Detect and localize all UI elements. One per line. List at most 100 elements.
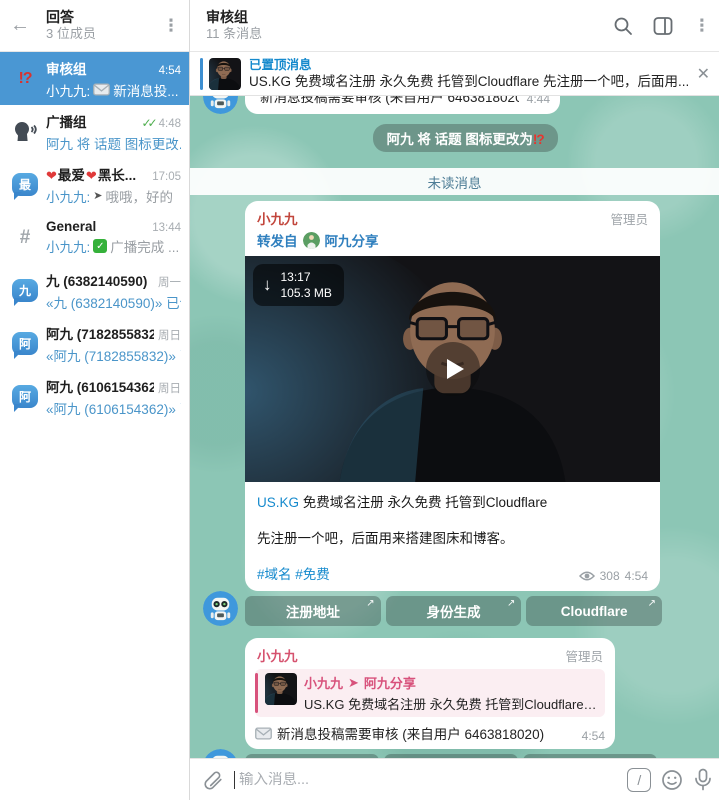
play-icon: [446, 359, 464, 379]
inline-button-cloudflare[interactable]: Cloudflare ↗: [526, 596, 663, 626]
service-message: 阿九 将 话题 图标更改为 !?: [372, 124, 558, 152]
close-icon: ✕: [696, 65, 711, 83]
views-eye-icon: [578, 571, 595, 581]
heart-icon: ❤: [85, 167, 97, 183]
group-title: 回答: [46, 9, 74, 25]
play-button[interactable]: [425, 342, 480, 396]
topic-main: ❤ 最爱 ❤ 黑长... 17:05 小九九: ➤ 哦哦，好的: [42, 164, 181, 206]
pinned-text: US.KG 免费域名注册 永久免费 托管到Cloudflare 先注册一个吧，后…: [249, 74, 690, 89]
topic-preview: 小九九: ✓ 广播完成 ...: [46, 236, 181, 256]
robot-avatar-image: [203, 591, 238, 626]
topic-item-general[interactable]: # General 13:44 小九九: ✓ 广播完成 ...: [0, 211, 189, 264]
avatar[interactable]: [203, 96, 238, 114]
clipped-message-group: 新消息投稿需要审核 (来自用户 6463818020) 4:44: [203, 96, 719, 114]
topic-time: 17:05: [152, 170, 181, 183]
topic-main: 审核组 4:54 小九九: 新消息投...: [42, 58, 181, 100]
topic-item-ajiu-1[interactable]: 阿 阿九 (7182855832) 周日 «阿九 (7182855832)» 已…: [0, 317, 189, 370]
topic-item-jiu[interactable]: 九 九 (6382140590) 周一 «九 (6382140590)» 已创.…: [0, 264, 189, 317]
emoji-button[interactable]: [661, 769, 683, 791]
topic-icon-wrap: !?: [8, 70, 42, 88]
topic-main: 阿九 (6106154362) 周日 «阿九 (6106154362)» 已..…: [42, 376, 181, 418]
inline-button-publish[interactable]: ✓ 直接发布: [245, 754, 379, 758]
inline-keyboard: 注册地址 ↗ 身份生成 ↗ Cloudflare ↗: [245, 596, 663, 626]
bubble-avatar: 阿: [12, 385, 38, 412]
chat-message-count: 11 条消息: [206, 26, 263, 41]
topic-time: 周日: [158, 382, 181, 395]
unread-messages-divider: 未读消息: [190, 168, 719, 195]
message-input[interactable]: [239, 771, 618, 788]
pinned-label: 已置顶消息: [249, 58, 312, 72]
preview-text: «阿九 (7182855832)» 已...: [46, 348, 181, 364]
video-player[interactable]: ↓ 13:17 105.3 MB: [245, 256, 660, 482]
kebab-icon: ⋮: [162, 15, 180, 35]
avatar[interactable]: [203, 591, 238, 626]
topic-preview: 小九九: ➤ 哦哦，好的: [46, 186, 181, 206]
topic-icon-wrap: [8, 120, 42, 143]
telegram-app: ← 回答 3 位成员 ⋮ !? 审核组 4:54 小九九: 新消息投... 广播…: [0, 0, 719, 800]
preview-text: 新消息投...: [113, 83, 179, 99]
message-bubble[interactable]: 小九九 管理员 转发自 阿九分享 ↓ 13:17 105.3 MB US.KG …: [245, 201, 660, 591]
sender-name[interactable]: 小九九: [257, 208, 298, 228]
topic-time: 周一: [158, 276, 181, 289]
sidebar-menu-button[interactable]: ⋮: [159, 16, 183, 36]
kebab-icon: ⋮: [693, 15, 711, 35]
topic-name: 审核组: [46, 61, 87, 77]
topic-preview: 小九九: 新消息投...: [46, 80, 181, 100]
caption-link[interactable]: US.KG: [257, 495, 299, 510]
heart-icon: ❤: [46, 167, 57, 183]
reply-quote[interactable]: 小九九 ➤ 阿九分享 US.KG 免费域名注册 永久免费 托管到Cloudfla…: [255, 669, 605, 717]
topic-list: !? 审核组 4:54 小九九: 新消息投... 广播组 ✓✓ 4:48 阿九 …: [0, 52, 189, 800]
robot-avatar-image: [203, 749, 238, 758]
chat-menu-button[interactable]: ⋮: [693, 16, 717, 36]
chat-header-titles[interactable]: 审核组 11 条消息: [206, 9, 613, 42]
attach-button[interactable]: [202, 769, 224, 791]
quote-title: 小九九 ➤ 阿九分享: [304, 674, 416, 692]
bot-commands-button[interactable]: /: [627, 767, 652, 792]
inline-button-reject[interactable]: ✕ 拒绝: [523, 754, 657, 758]
back-button[interactable]: ←: [10, 14, 40, 37]
message-history[interactable]: 新消息投稿需要审核 (来自用户 6463818020) 4:44 阿九 将 话题…: [190, 96, 719, 758]
group-members-count: 3 位成员: [46, 26, 96, 41]
video-meta-badge[interactable]: ↓ 13:17 105.3 MB: [253, 264, 344, 306]
topics-sidebar: ← 回答 3 位成员 ⋮ !? 审核组 4:54 小九九: 新消息投... 广播…: [0, 0, 190, 800]
topic-time: 13:44: [152, 222, 181, 234]
topic-preview: «阿九 (6106154362)» 已...: [46, 398, 181, 418]
inline-keyboard: ✓ 直接发布 匿名发布 ✕ 拒绝: [245, 754, 657, 758]
topic-item-ajiu-2[interactable]: 阿 阿九 (6106154362) 周日 «阿九 (6106154362)» 已…: [0, 370, 189, 423]
sender-name[interactable]: 小九九: [257, 645, 298, 665]
topic-time: ✓✓ 4:48: [141, 115, 182, 130]
double-check-icon: ✓✓: [141, 115, 158, 130]
message-bubble[interactable]: 小九九 管理员 小九九 ➤ 阿九分享 US.KG 免费域名注册 永久免费 托管到…: [245, 638, 615, 749]
topic-item-review[interactable]: !? 审核组 4:54 小九九: 新消息投...: [0, 52, 189, 105]
message-time: 4:44: [526, 96, 550, 106]
toggle-sidebar-button[interactable]: [653, 16, 673, 36]
topic-preview: 阿九 将 话题 图标更改...: [46, 133, 181, 153]
pinned-close-button[interactable]: ✕: [689, 64, 717, 84]
pinned-message-bar[interactable]: 已置顶消息 US.KG 免费域名注册 永久免费 托管到Cloudflare 先注…: [190, 52, 719, 96]
chat-pane: 审核组 11 条消息 ⋮ 已置顶消息 US.KG 免费域名注册 永久免费 托管到…: [190, 0, 719, 800]
inline-button-identity[interactable]: 身份生成 ↗: [385, 596, 522, 626]
inline-button-register-url[interactable]: 注册地址 ↗: [245, 596, 381, 626]
text-caret: [234, 770, 235, 789]
search-button[interactable]: [613, 16, 633, 36]
smiley-icon: [662, 769, 683, 790]
topic-time: 4:54: [158, 64, 181, 77]
hashtags[interactable]: #域名 #免费: [257, 563, 330, 583]
avatar[interactable]: [203, 749, 238, 758]
inline-button-anonymous-publish[interactable]: 匿名发布: [384, 754, 518, 758]
topic-icon-wrap: 最: [8, 173, 42, 200]
topic-item-broadcast[interactable]: 广播组 ✓✓ 4:48 阿九 将 话题 图标更改...: [0, 105, 189, 158]
voice-record-button[interactable]: [693, 768, 713, 792]
message-bubble[interactable]: 新消息投稿需要审核 (来自用户 6463818020) 4:44: [245, 96, 560, 114]
message-group-video: 小九九 管理员 转发自 阿九分享 ↓ 13:17 105.3 MB US.KG …: [203, 201, 719, 626]
preview-text: «九 (6382140590)» 已创...: [46, 295, 181, 311]
topic-item-favorite[interactable]: 最 ❤ 最爱 ❤ 黑长... 17:05 小九九: ➤ 哦哦，好的: [0, 158, 189, 211]
sidebar-header-titles[interactable]: 回答 3 位成员: [40, 9, 159, 42]
quote-thumbnail: [265, 673, 297, 705]
message-text: 新消息投稿需要审核 (来自用户 6463818020): [255, 723, 572, 743]
video-thumbnail-image: [265, 673, 297, 705]
topic-main: 广播组 ✓✓ 4:48 阿九 将 话题 图标更改...: [42, 111, 181, 153]
alert-emoji-icon: !?: [18, 69, 32, 87]
forwarded-from[interactable]: 转发自 阿九分享: [245, 228, 660, 256]
robot-avatar-image: [203, 96, 238, 114]
